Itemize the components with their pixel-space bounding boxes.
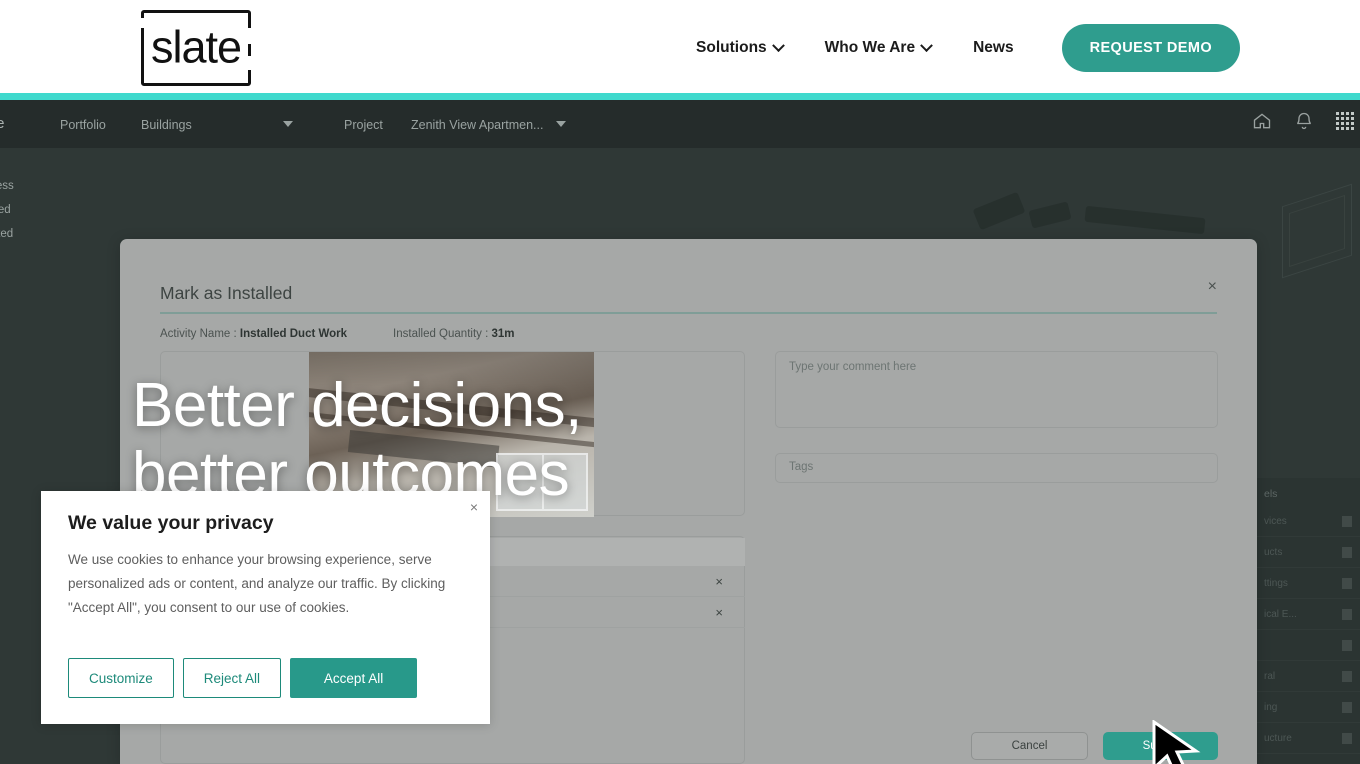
tags-placeholder: Tags (789, 461, 814, 473)
modal-close-icon[interactable]: × (1208, 279, 1217, 295)
home-icon[interactable] (1252, 111, 1272, 131)
cookie-close-icon[interactable]: × (470, 500, 478, 514)
header-accent-bar (0, 93, 1360, 100)
side-panel-row[interactable]: ral (1256, 661, 1360, 692)
cancel-button[interactable]: Cancel (971, 732, 1088, 760)
model-artwork-3 (1084, 205, 1206, 235)
side-panel-row[interactable]: vices (1256, 506, 1360, 537)
comment-placeholder: Type your comment here (789, 361, 917, 373)
app-logo-cut: te (0, 115, 5, 132)
project-chevron-down-icon[interactable] (556, 121, 566, 127)
app-top-bar: te Portfolio Buildings Project Zenith Vi… (0, 100, 1360, 148)
cookie-actions: Customize Reject All Accept All (68, 658, 418, 698)
reject-all-button[interactable]: Reject All (182, 658, 282, 698)
row-chip-icon (1342, 639, 1352, 651)
model-artwork-2 (1028, 201, 1072, 229)
slate-logo[interactable]: slate (139, 10, 253, 86)
project-select-value[interactable]: Zenith View Apartmen... (411, 118, 543, 132)
row-chip-icon (1342, 732, 1352, 744)
nav-item-label: Who We Are (824, 39, 916, 56)
side-panel-row[interactable]: ucts (1256, 537, 1360, 568)
model-artwork-1 (972, 191, 1026, 231)
legend-item-not-started: Not Started (0, 228, 14, 240)
request-demo-button[interactable]: REQUEST DEMO (1061, 24, 1240, 72)
nav-item-who-we-are[interactable]: Who We Are (804, 38, 952, 57)
app-side-panel: els vices ucts ttings ical E... ral ing … (1255, 478, 1360, 764)
side-panel-row[interactable]: ing (1256, 692, 1360, 723)
side-panel-row-label: vices (1264, 515, 1287, 527)
chevron-down-icon (771, 38, 785, 52)
side-panel-row-label: ucture (1264, 732, 1292, 744)
row-chip-icon (1342, 670, 1352, 682)
main-nav: Solutions Who We Are News REQUEST DEMO (675, 0, 1240, 96)
cookie-title: We value your privacy (68, 512, 274, 534)
portfolio-chevron-down-icon[interactable] (283, 121, 293, 127)
status-legend: In Progress Completed Not Started (0, 180, 14, 252)
side-panel-row-label: ucts (1264, 546, 1283, 558)
model-isometric-box-icon (1282, 183, 1352, 279)
activity-name-label: Activity Name : (160, 328, 237, 340)
side-panel-row[interactable]: ucture (1256, 723, 1360, 754)
tags-input[interactable]: Tags (775, 453, 1218, 483)
nav-item-label: Solutions (696, 39, 767, 56)
side-panel-title: els (1264, 488, 1278, 500)
portfolio-select-value[interactable]: Buildings (141, 118, 192, 132)
side-panel-row-label: ical E... (1264, 608, 1297, 620)
row-chip-icon (1342, 701, 1352, 713)
customize-button[interactable]: Customize (68, 658, 174, 698)
side-panel-row-label: ral (1264, 670, 1276, 682)
row-chip-icon (1342, 577, 1352, 589)
nav-item-solutions[interactable]: Solutions (675, 38, 804, 57)
legend-item-completed: Completed (0, 204, 11, 216)
breadcrumb-portfolio-label: Portfolio (60, 118, 106, 132)
app-bar-icons (1252, 111, 1360, 131)
submit-button[interactable]: Submit (1103, 732, 1218, 760)
modal-meta-row: Activity Name : Installed Duct Work Inst… (160, 328, 515, 340)
side-panel-row[interactable] (1256, 630, 1360, 661)
comment-textarea[interactable]: Type your comment here (775, 351, 1218, 428)
nav-item-news[interactable]: News (952, 39, 1035, 57)
row-chip-icon (1342, 515, 1352, 527)
chevron-down-icon (920, 38, 933, 52)
page-root: te Portfolio Buildings Project Zenith Vi… (0, 0, 1360, 764)
apps-grid-icon[interactable] (1336, 112, 1354, 130)
breadcrumb-project-label: Project (344, 118, 383, 132)
activity-name-value: Installed Duct Work (239, 328, 348, 340)
cookie-body-text: We use cookies to enhance your browsing … (68, 552, 446, 615)
side-panel-row[interactable]: ttings (1256, 568, 1360, 599)
activity-name-field: Activity Name : Installed Duct Work (160, 328, 347, 340)
side-panel-row[interactable]: ical E... (1256, 599, 1360, 630)
side-panel-row-label: ing (1264, 701, 1278, 713)
installed-quantity-label: Installed Quantity : (393, 328, 489, 340)
row-chip-icon (1342, 608, 1352, 620)
nav-item-label: News (973, 39, 1014, 56)
side-panel-row-label: ttings (1264, 577, 1288, 589)
accept-all-button[interactable]: Accept All (290, 658, 418, 698)
remove-row-icon[interactable]: × (715, 605, 723, 620)
modal-title-underline (160, 312, 1217, 314)
site-header: slate Solutions Who We Are News REQUEST … (0, 0, 1360, 96)
logo-text: slate (150, 21, 242, 73)
legend-item-in-progress: In Progress (0, 180, 14, 192)
modal-title: Mark as Installed (160, 283, 293, 303)
row-chip-icon (1342, 546, 1352, 558)
cookie-consent-banner: × We value your privacy We use cookies t… (41, 491, 490, 724)
installed-quantity-field: Installed Quantity : 31m (393, 328, 514, 340)
bell-icon[interactable] (1294, 111, 1314, 131)
remove-row-icon[interactable]: × (715, 574, 723, 589)
installed-quantity-value: 31m (491, 328, 515, 340)
